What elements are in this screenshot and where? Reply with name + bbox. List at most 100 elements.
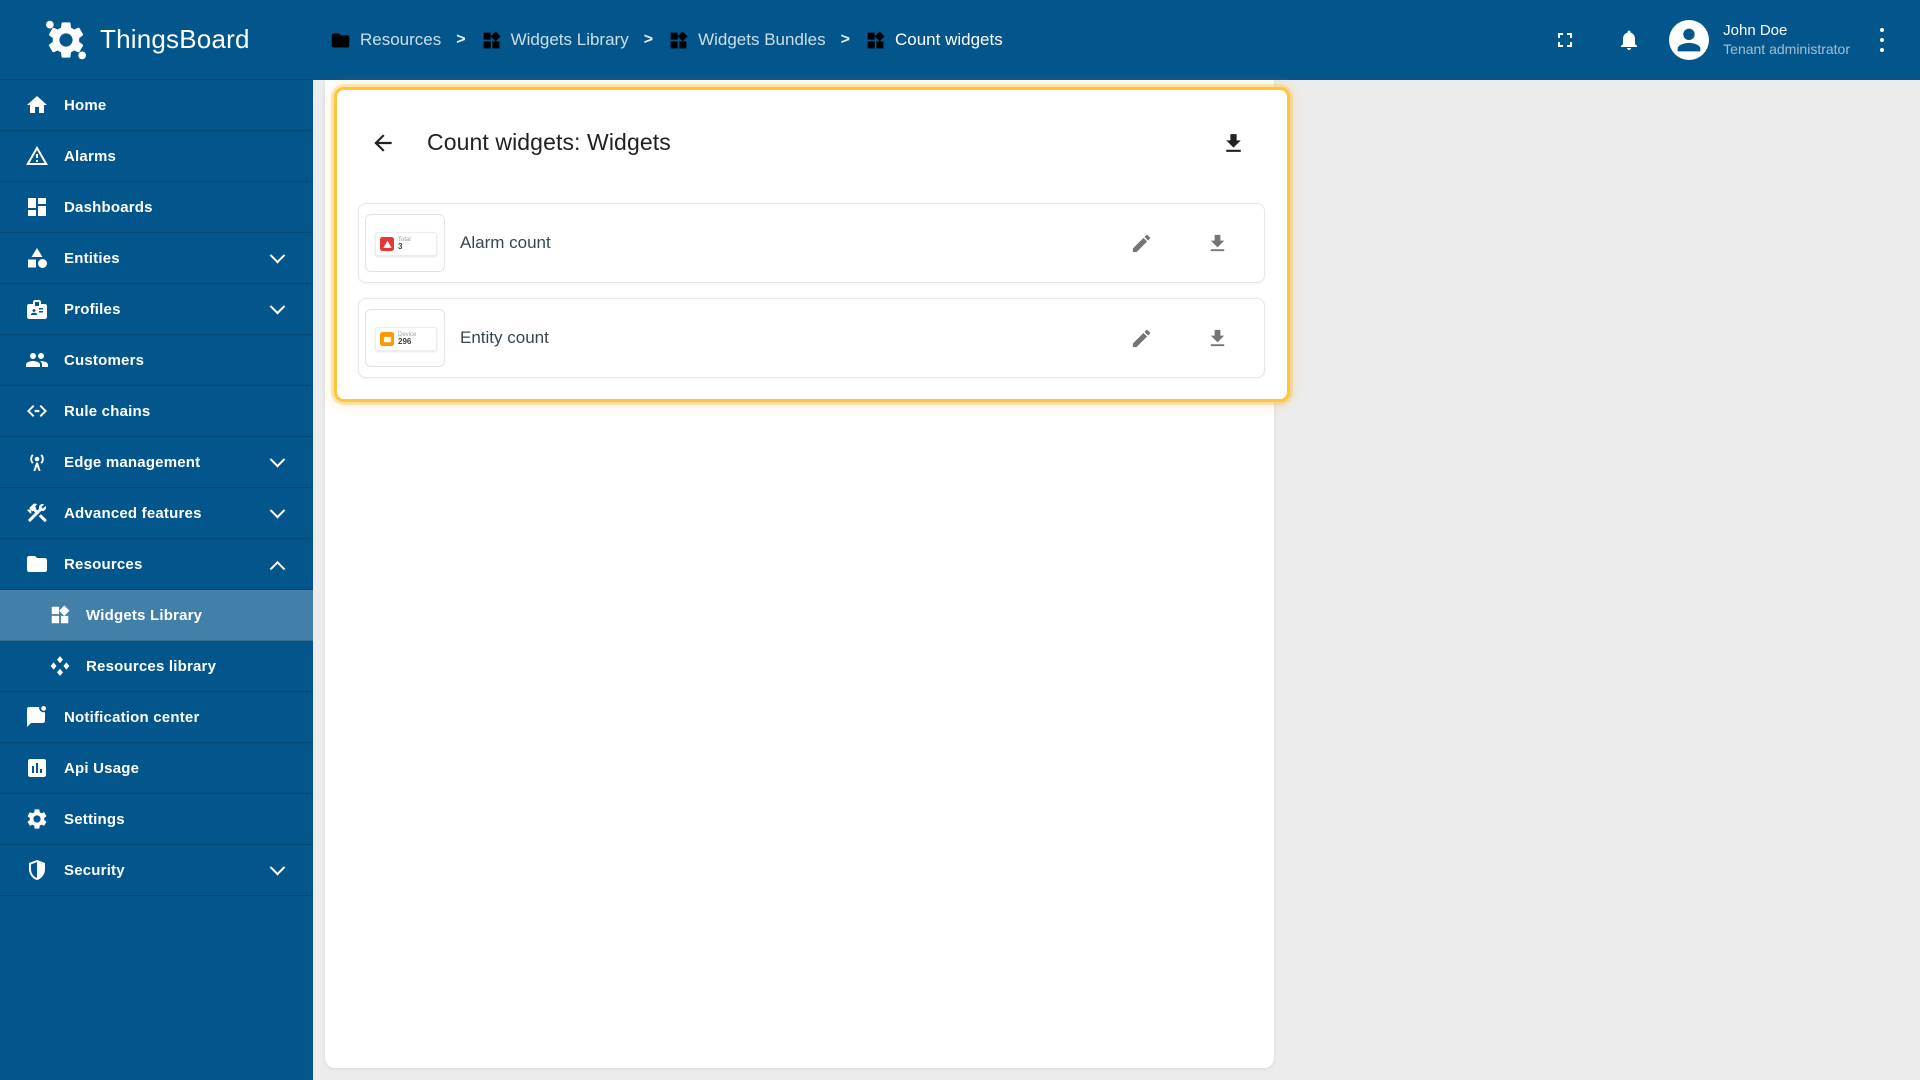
sidebar-item-customers[interactable]: Customers bbox=[0, 335, 313, 386]
chart-icon bbox=[25, 756, 49, 780]
back-button[interactable] bbox=[361, 121, 405, 165]
user-role: Tenant administrator bbox=[1723, 40, 1850, 57]
sidebar-item-label: Edge management bbox=[64, 453, 201, 471]
logo[interactable]: ThingsBoard bbox=[0, 0, 313, 80]
chevron-down-icon bbox=[269, 247, 286, 263]
breadcrumb-separator: > bbox=[456, 31, 466, 48]
row-actions bbox=[1087, 316, 1239, 360]
tools-icon bbox=[25, 501, 49, 525]
card-header: Count widgets: Widgets bbox=[337, 90, 1287, 195]
profiles-icon bbox=[25, 297, 49, 321]
widget-thumbnail: Device 296 bbox=[365, 309, 445, 367]
customers-icon bbox=[25, 348, 49, 372]
sidebar-item-notification-center[interactable]: Notification center bbox=[0, 692, 313, 743]
more-menu-icon[interactable] bbox=[1870, 20, 1894, 60]
home-icon bbox=[25, 93, 49, 117]
diamonds-icon bbox=[49, 655, 71, 677]
sidebar-item-edge-management[interactable]: Edge management bbox=[0, 437, 313, 488]
topbar: Resources > Widgets Library > Widgets Bundle… bbox=[313, 0, 1920, 80]
widget-preview: Total 3 bbox=[375, 232, 437, 256]
sidebar-item-resources[interactable]: Resources bbox=[0, 539, 313, 590]
thingsboard-logo-icon bbox=[44, 18, 88, 62]
edit-widget-button[interactable] bbox=[1119, 316, 1163, 360]
breadcrumb-widgets-bundles[interactable]: Widgets Bundles bbox=[668, 30, 826, 51]
sidebar-item-alarms[interactable]: Alarms bbox=[0, 131, 313, 182]
sidebar-item-label: Notification center bbox=[64, 708, 200, 726]
widget-preview-value: 3 bbox=[398, 241, 403, 251]
breadcrumb-label: Widgets Library bbox=[510, 30, 629, 49]
folder-icon bbox=[25, 552, 49, 576]
rulechains-icon bbox=[25, 399, 49, 423]
breadcrumb-widgets-library[interactable]: Widgets Library bbox=[481, 30, 629, 51]
widget-row-entity-count[interactable]: Device 296 Entity count bbox=[358, 298, 1265, 378]
widget-row-alarm-count[interactable]: Total 3 Alarm count bbox=[358, 203, 1265, 283]
export-bundle-button[interactable] bbox=[1211, 121, 1255, 165]
breadcrumb-label: Widgets Bundles bbox=[698, 30, 826, 49]
sidebar-item-profiles[interactable]: Profiles bbox=[0, 284, 313, 335]
user-avatar[interactable] bbox=[1669, 20, 1710, 60]
widget-preview: Device 296 bbox=[375, 327, 437, 351]
sidebar: ThingsBoard Home Alarms Dashboards Entities… bbox=[0, 0, 313, 1080]
sidebar-nav: Home Alarms Dashboards Entities Profiles Cust… bbox=[0, 80, 313, 896]
sidebar-item-dashboards[interactable]: Dashboards bbox=[0, 182, 313, 233]
sidebar-item-label: Advanced features bbox=[64, 504, 202, 522]
sidebar-item-resources-library[interactable]: Resources library bbox=[0, 641, 313, 692]
widgets-icon bbox=[865, 30, 886, 51]
breadcrumb: Resources > Widgets Library > Widgets Bundle… bbox=[330, 30, 1003, 51]
breadcrumb-label: Resources bbox=[360, 30, 442, 49]
widget-thumbnail: Total 3 bbox=[365, 214, 445, 272]
widget-name: Alarm count bbox=[460, 233, 551, 252]
sidebar-item-label: Rule chains bbox=[64, 402, 151, 420]
chevron-down-icon bbox=[269, 859, 286, 875]
chevron-down-icon bbox=[269, 502, 286, 518]
sidebar-item-label: Dashboards bbox=[64, 198, 153, 216]
widget-preview-text: Device 296 bbox=[398, 332, 416, 347]
sidebar-item-label: Security bbox=[64, 861, 125, 879]
edit-widget-button[interactable] bbox=[1119, 221, 1163, 265]
sidebar-item-label: Settings bbox=[64, 810, 125, 828]
sidebar-item-label: Alarms bbox=[64, 147, 117, 165]
widgets-panel: Count widgets: Widgets Total 3 Alarm cou… bbox=[325, 80, 1290, 1068]
widget-preview-icon bbox=[380, 237, 394, 251]
notifications-bell-icon[interactable] bbox=[1617, 28, 1641, 52]
sidebar-item-api-usage[interactable]: Api Usage bbox=[0, 743, 313, 794]
sidebar-item-widgets-library[interactable]: Widgets Library bbox=[0, 590, 313, 641]
user-info: John Doe Tenant administrator bbox=[1723, 22, 1850, 58]
export-widget-button[interactable] bbox=[1195, 221, 1239, 265]
sidebar-item-settings[interactable]: Settings bbox=[0, 794, 313, 845]
entities-icon bbox=[25, 246, 49, 270]
folder-icon bbox=[330, 30, 351, 51]
sidebar-item-home[interactable]: Home bbox=[0, 80, 313, 131]
widget-name: Entity count bbox=[460, 328, 549, 347]
breadcrumb-count-widgets[interactable]: Count widgets bbox=[865, 30, 1003, 51]
breadcrumb-resources[interactable]: Resources bbox=[330, 30, 441, 51]
chevron-down-icon bbox=[269, 451, 286, 467]
fullscreen-icon[interactable] bbox=[1553, 28, 1577, 52]
widgets-icon bbox=[49, 604, 71, 626]
widget-preview-icon bbox=[380, 332, 394, 346]
sidebar-item-label: Resources library bbox=[86, 657, 217, 675]
page-title: Count widgets: Widgets bbox=[427, 129, 671, 155]
logo-text: ThingsBoard bbox=[100, 24, 250, 54]
sidebar-item-label: Entities bbox=[64, 249, 120, 267]
user-name: John Doe bbox=[1723, 21, 1788, 39]
sidebar-item-rule-chains[interactable]: Rule chains bbox=[0, 386, 313, 437]
sidebar-item-label: Customers bbox=[64, 351, 145, 369]
widgets-icon bbox=[668, 30, 689, 51]
sidebar-item-label: Profiles bbox=[64, 300, 121, 318]
chevron-up-icon bbox=[269, 560, 286, 577]
sidebar-item-entities[interactable]: Entities bbox=[0, 233, 313, 284]
sidebar-item-label: Api Usage bbox=[64, 759, 140, 777]
widget-preview-text: Total 3 bbox=[398, 237, 411, 252]
export-widget-button[interactable] bbox=[1195, 316, 1239, 360]
sidebar-item-security[interactable]: Security bbox=[0, 845, 313, 896]
shield-icon bbox=[25, 858, 49, 882]
alarms-icon bbox=[25, 144, 49, 168]
gear-icon bbox=[25, 807, 49, 831]
dashboards-icon bbox=[25, 195, 49, 219]
sidebar-item-advanced-features[interactable]: Advanced features bbox=[0, 488, 313, 539]
breadcrumb-separator: > bbox=[840, 31, 850, 48]
edge-icon bbox=[25, 450, 49, 474]
breadcrumb-separator: > bbox=[643, 31, 654, 48]
widgets-icon bbox=[481, 30, 502, 51]
